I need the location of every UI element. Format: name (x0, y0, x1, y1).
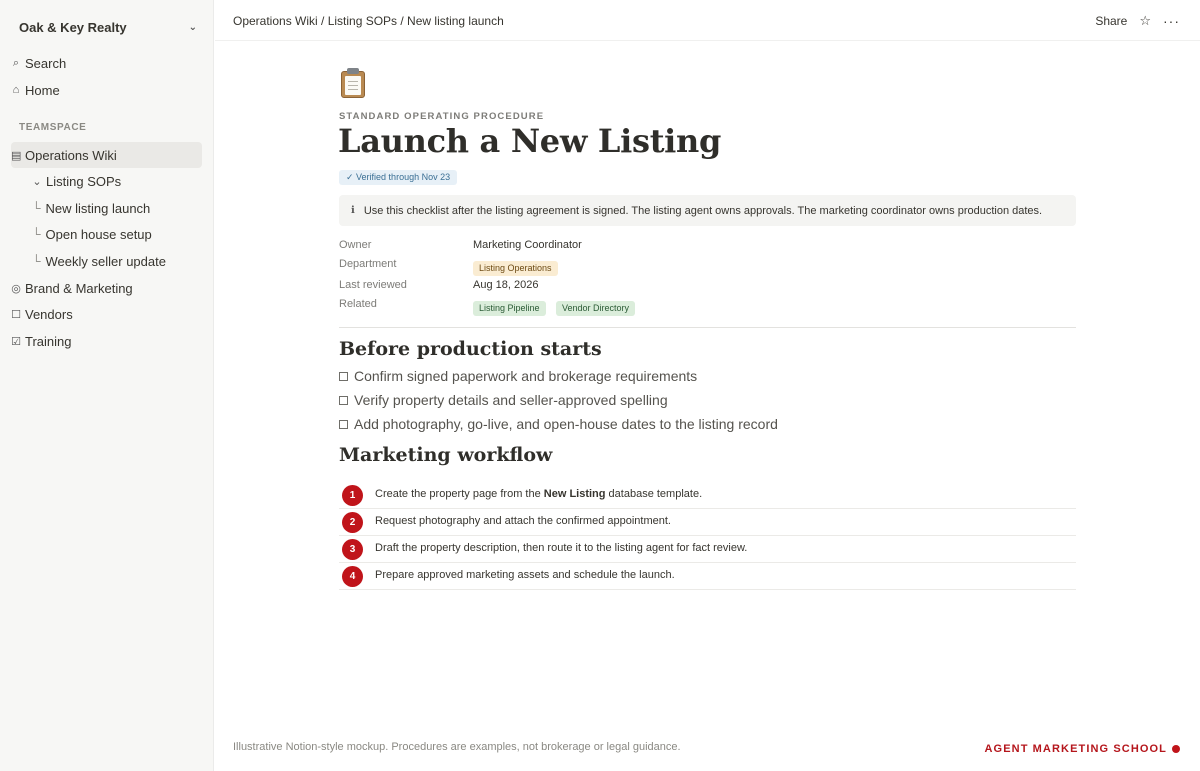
property-value-department[interactable]: Listing Operations (473, 258, 564, 276)
sidebar-item-listing-sops[interactable]: ⌄ Listing SOPs (32, 168, 202, 194)
tree-branch-icon: └ (32, 227, 41, 241)
sidebar-item-brand-marketing[interactable]: ◎ Brand & Marketing (11, 275, 202, 301)
clipboard-line (348, 81, 358, 82)
todo-item[interactable]: Add photography, go-live, and open-house… (339, 414, 778, 434)
heading-before-production: Before production starts (339, 338, 602, 360)
step-number-badge: 1 (342, 485, 363, 506)
sidebar-item-label: Brand & Marketing (25, 280, 133, 296)
step-text-pre: Create the property page from the (375, 488, 544, 500)
sidebar-item-label: Training (25, 333, 72, 349)
sidebar-item-label: Operations Wiki (25, 147, 117, 163)
todo-text: Confirm signed paperwork and brokerage r… (354, 368, 698, 384)
sidebar-item-label: Open house setup (45, 226, 152, 242)
sidebar-item-training[interactable]: ☑ Training (11, 328, 202, 354)
sidebar: Oak & Key Realty ⌄ ⌕ Search ⌂ Home TEAMS… (0, 0, 214, 771)
sidebar-item-label: Weekly seller update (45, 253, 166, 269)
footer-disclaimer: Illustrative Notion-style mockup. Proced… (233, 741, 681, 753)
star-icon[interactable]: ☆ (1139, 13, 1151, 29)
top-actions: Share ☆ ··· (1095, 13, 1180, 29)
property-value-last-reviewed[interactable]: Aug 18, 2026 (473, 279, 538, 291)
step-text: Request photography and attach the confi… (375, 515, 671, 527)
property-label-owner: Owner (339, 239, 372, 251)
sidebar-item-operations-wiki[interactable]: ▤ Operations Wiki (11, 142, 202, 168)
clipboard-line (348, 85, 358, 86)
brand-name: AGENT MARKETING SCHOOL (984, 743, 1167, 755)
target-icon: ◎ (11, 282, 21, 295)
todo-text: Verify property details and seller-appro… (354, 392, 668, 408)
topbar: Operations Wiki / Listing SOPs / New lis… (215, 0, 1200, 41)
more-icon[interactable]: ··· (1163, 13, 1180, 29)
todo-item[interactable]: Confirm signed paperwork and brokerage r… (339, 366, 697, 386)
sidebar-item-open-house-setup[interactable]: └ Open house setup (32, 221, 202, 247)
checkbox[interactable] (339, 371, 348, 381)
related-tag-vendor-directory[interactable]: Vendor Directory (556, 301, 636, 316)
chevron-down-icon: ⌄ (32, 175, 42, 188)
page-title[interactable]: Launch a New Listing (338, 122, 721, 160)
verified-badge[interactable]: ✓ Verified through Nov 23 (339, 170, 458, 185)
property-label-last-reviewed: Last reviewed (339, 279, 407, 291)
clipboard-icon[interactable] (339, 68, 367, 98)
divider (339, 327, 1076, 328)
property-label-related: Related (339, 298, 377, 310)
checkbox-icon: ☑ (11, 335, 21, 348)
clipboard-line (348, 89, 358, 90)
sidebar-item-vendors[interactable]: ☐ Vendors (11, 301, 202, 327)
info-callout: ℹ Use this checklist after the listing a… (339, 195, 1076, 226)
sidebar-home-label: Home (25, 82, 60, 98)
tree-branch-icon: └ (32, 201, 41, 215)
step-text: Draft the property description, then rou… (375, 542, 748, 554)
home-icon: ⌂ (12, 84, 20, 96)
square-icon: ☐ (11, 308, 21, 321)
sidebar-item-label: Vendors (25, 306, 73, 322)
teamspace-section-label: TEAMSPACE (19, 122, 87, 133)
brand-logo: AGENT MARKETING SCHOOL (985, 743, 1180, 755)
sidebar-item-label: Listing SOPs (46, 173, 122, 189)
property-value-owner[interactable]: Marketing Coordinator (473, 239, 582, 251)
share-button[interactable]: Share (1095, 14, 1127, 28)
tree-branch-icon: └ (32, 254, 41, 268)
database-icon: ▤ (11, 149, 22, 162)
workflow-step[interactable]: 1 Create the property page from the New … (339, 482, 1076, 509)
step-text-bold: New Listing (543, 488, 606, 500)
checkbox[interactable] (339, 419, 348, 429)
info-icon: ℹ (351, 205, 355, 216)
related-tag-listing-pipeline[interactable]: Listing Pipeline (473, 301, 546, 316)
workflow-step[interactable]: 4 Prepare approved marketing assets and … (339, 563, 1076, 590)
todo-item[interactable]: Verify property details and seller-appro… (339, 390, 668, 410)
workspace-name: Oak & Key Realty (19, 20, 127, 35)
callout-text: Use this checklist after the listing agr… (363, 204, 1043, 217)
chevron-down-icon: ⌄ (188, 22, 197, 33)
page-eyebrow: STANDARD OPERATING PROCEDURE (339, 111, 545, 122)
sidebar-item-weekly-seller-update[interactable]: └ Weekly seller update (32, 248, 202, 274)
workflow-step[interactable]: 2 Request photography and attach the con… (339, 509, 1076, 536)
sidebar-item-label: New listing launch (45, 200, 151, 216)
breadcrumb[interactable]: Operations Wiki / Listing SOPs / New lis… (233, 14, 504, 28)
sidebar-search-label: Search (25, 55, 67, 71)
property-value-related[interactable]: Listing Pipeline Vendor Directory (473, 298, 641, 316)
step-number-badge: 3 (342, 539, 363, 560)
heading-marketing-workflow: Marketing workflow (339, 444, 553, 466)
workflow-step[interactable]: 3 Draft the property description, then r… (339, 536, 1076, 563)
todo-text: Add photography, go-live, and open-house… (354, 416, 778, 432)
step-number-badge: 4 (342, 566, 363, 587)
property-label-department: Department (339, 258, 397, 270)
search-icon: ⌕ (12, 56, 20, 69)
step-text: Prepare approved marketing assets and sc… (375, 569, 675, 581)
checkbox[interactable] (339, 395, 348, 405)
clipboard-clip (347, 68, 359, 74)
brand-dot-icon (1172, 745, 1180, 753)
step-text: Create the property page from the New Li… (375, 488, 702, 500)
workspace-switcher[interactable]: Oak & Key Realty ⌄ (19, 20, 197, 35)
sidebar-item-new-listing-launch[interactable]: └ New listing launch (32, 195, 202, 221)
step-text-post: database template. (605, 488, 703, 500)
step-number-badge: 2 (342, 512, 363, 533)
sidebar-search[interactable]: ⌕ Search (11, 50, 202, 76)
sidebar-home[interactable]: ⌂ Home (11, 77, 202, 103)
department-tag[interactable]: Listing Operations (473, 261, 558, 276)
